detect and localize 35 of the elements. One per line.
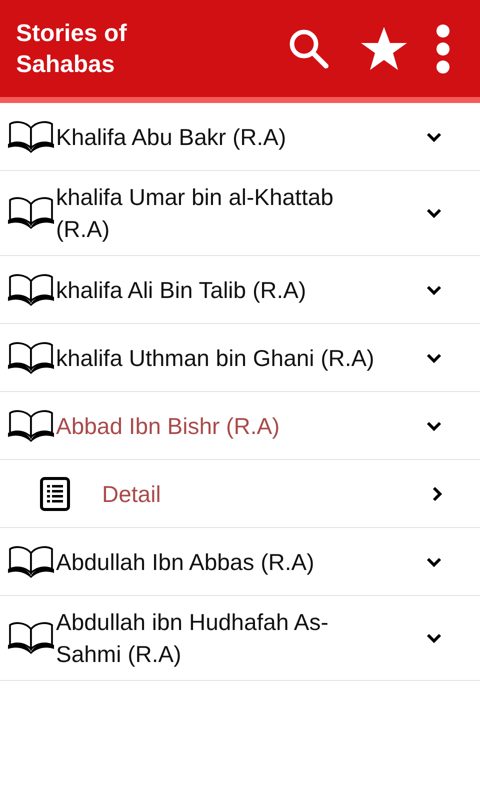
chevron-right-icon <box>432 486 442 502</box>
list-group-row[interactable]: khalifa Ali Bin Talib (R.A) <box>0 256 480 324</box>
group-title: Khalifa Abu Bakr (R.A) <box>56 122 288 152</box>
group-title: khalifa Umar bin al-Khattab (R.A) <box>56 183 334 244</box>
app-title: Stories of Sahabas <box>16 18 128 80</box>
chevron-down-icon <box>426 284 442 294</box>
open-book-icon <box>7 272 55 306</box>
chevron-down-icon <box>426 556 442 566</box>
list-group-row[interactable]: Abdullah ibn Hudhafah As-Sahmi (R.A) <box>0 596 480 681</box>
chevron-down-icon <box>426 208 442 218</box>
chevron-down-icon <box>426 420 442 430</box>
list-group-row[interactable]: khalifa Uthman bin Ghani (R.A) <box>0 324 480 392</box>
child-title: Detail <box>102 480 162 508</box>
document-list-icon <box>40 476 70 510</box>
group-title: Abbad Ibn Bishr (R.A) <box>56 412 281 441</box>
overflow-menu-icon[interactable] <box>436 24 450 74</box>
chevron-down-icon <box>426 132 442 142</box>
star-icon[interactable] <box>360 26 408 72</box>
group-title: Abdullah Ibn Abbas (R.A) <box>56 548 316 577</box>
group-title: Abdullah ibn Hudhafah As-Sahmi (R.A) <box>56 608 330 669</box>
list-group-row[interactable]: Abbad Ibn Bishr (R.A) <box>0 392 480 460</box>
open-book-icon <box>7 544 55 578</box>
chevron-down-icon <box>426 352 442 362</box>
list-group-row[interactable]: Khalifa Abu Bakr (R.A) <box>0 103 480 171</box>
open-book-icon <box>7 621 55 655</box>
list-child-row[interactable]: Detail <box>0 460 480 528</box>
group-title: khalifa Uthman bin Ghani (R.A) <box>56 344 376 373</box>
open-book-icon <box>7 340 55 374</box>
open-book-icon <box>7 408 55 442</box>
group-title: khalifa Ali Bin Talib (R.A) <box>56 276 308 305</box>
open-book-icon <box>7 120 55 154</box>
list-group-row[interactable]: Abdullah Ibn Abbas (R.A) <box>0 528 480 596</box>
open-book-icon <box>7 196 55 230</box>
list-group-row[interactable]: khalifa Umar bin al-Khattab (R.A) <box>0 171 480 256</box>
chevron-down-icon <box>426 633 442 643</box>
